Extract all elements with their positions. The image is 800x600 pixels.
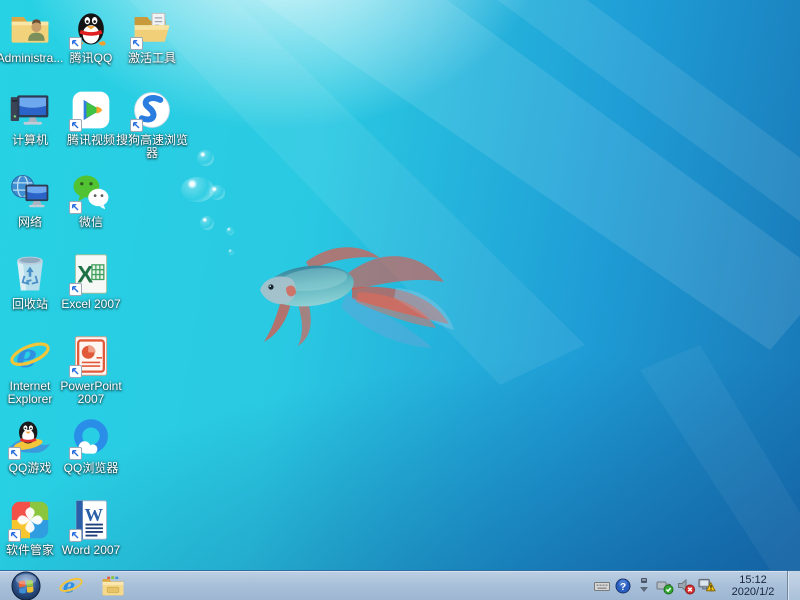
taskbar: e bbox=[0, 570, 800, 600]
word-icon: W bbox=[68, 497, 114, 543]
bubble bbox=[226, 227, 234, 235]
icon-label: 激活工具 bbox=[114, 52, 190, 65]
desktop-icon-qq-games[interactable]: QQ游戏 bbox=[0, 415, 60, 497]
desktop-icon-software-manager[interactable]: 软件管家 bbox=[0, 497, 60, 579]
shortcut-arrow-icon bbox=[69, 447, 82, 460]
shortcut-arrow-icon bbox=[69, 201, 82, 214]
desktop-icon-activation-tool[interactable]: 激活工具 bbox=[122, 5, 182, 87]
shortcut-arrow-icon bbox=[69, 529, 82, 542]
show-hidden-icons-button[interactable] bbox=[635, 575, 653, 597]
bubble bbox=[209, 185, 225, 200]
icon-label: QQ浏览器 bbox=[53, 462, 129, 475]
desktop: Administra... 计算机 bbox=[0, 0, 800, 600]
excel-icon: X bbox=[68, 251, 114, 297]
network-warning-icon[interactable] bbox=[698, 575, 716, 597]
shortcut-arrow-icon bbox=[8, 447, 21, 460]
shortcut-arrow-icon bbox=[69, 365, 82, 378]
icon-column-3: 激活工具 搜狗高速浏览器 bbox=[122, 5, 182, 169]
internet-explorer-icon: e bbox=[7, 333, 53, 379]
bubble bbox=[200, 216, 214, 230]
wechat-icon bbox=[68, 169, 114, 215]
shortcut-arrow-icon bbox=[8, 529, 21, 542]
icon-label: Word 2007 bbox=[53, 544, 129, 557]
shortcut-arrow-icon bbox=[130, 119, 143, 132]
shortcut-arrow-icon bbox=[69, 119, 82, 132]
desktop-icon-qq-browser[interactable]: QQ浏览器 bbox=[61, 415, 121, 497]
desktop-icon-wechat[interactable]: 微信 bbox=[61, 169, 121, 251]
desktop-icon-network[interactable]: 网络 bbox=[0, 169, 60, 251]
shortcut-arrow-icon bbox=[69, 37, 82, 50]
clock-date: 2020/1/2 bbox=[724, 586, 782, 598]
shortcut-arrow-icon bbox=[69, 283, 82, 296]
desktop-icon-sogou-browser[interactable]: 搜狗高速浏览器 bbox=[122, 87, 182, 169]
qq-browser-icon bbox=[68, 415, 114, 461]
desktop-icon-qq[interactable]: 腾讯QQ bbox=[61, 5, 121, 87]
powerpoint-icon bbox=[68, 333, 114, 379]
icon-label: 微信 bbox=[53, 216, 129, 229]
windows-start-orb-icon bbox=[10, 571, 42, 600]
bubble bbox=[228, 249, 234, 255]
desktop-icon-administrator[interactable]: Administra... bbox=[0, 5, 60, 87]
shortcut-arrow-icon bbox=[130, 37, 143, 50]
windows-explorer-folder-icon bbox=[99, 573, 127, 599]
icon-label: 搜狗高速浏览器 bbox=[114, 134, 190, 160]
betta-fish bbox=[248, 228, 458, 356]
computer-icon bbox=[7, 87, 53, 133]
desktop-icon-computer[interactable]: 计算机 bbox=[0, 87, 60, 169]
desktop-icon-excel[interactable]: X Excel 2007 bbox=[61, 251, 121, 333]
desktop-icon-recycle-bin[interactable]: 回收站 bbox=[0, 251, 60, 333]
internet-explorer-icon: e bbox=[58, 573, 84, 599]
svg-text:e: e bbox=[63, 574, 75, 597]
svg-text:?: ? bbox=[620, 582, 626, 593]
recycle-bin-icon bbox=[7, 251, 53, 297]
software-manager-icon bbox=[7, 497, 53, 543]
desktop-icon-powerpoint[interactable]: PowerPoint 2007 bbox=[61, 333, 121, 415]
desktop-icon-internet-explorer[interactable]: e Internet Explorer bbox=[0, 333, 60, 415]
qq-icon bbox=[68, 5, 114, 51]
sogou-browser-icon bbox=[129, 87, 175, 133]
system-tray: ? bbox=[593, 575, 716, 597]
clock-time: 15:12 bbox=[724, 574, 782, 586]
icon-column-1: Administra... 计算机 bbox=[0, 5, 60, 579]
icon-column-2: 腾讯QQ 腾讯视频 bbox=[61, 5, 121, 579]
start-button[interactable] bbox=[2, 571, 50, 600]
keyboard-input-icon[interactable] bbox=[593, 575, 611, 597]
bubble bbox=[197, 150, 214, 166]
volume-muted-icon[interactable] bbox=[677, 575, 695, 597]
network-icon bbox=[7, 169, 53, 215]
icon-label: PowerPoint 2007 bbox=[53, 380, 129, 406]
taskbar-explorer-button[interactable] bbox=[92, 571, 134, 600]
show-desktop-button[interactable] bbox=[787, 571, 800, 600]
qq-games-icon bbox=[7, 415, 53, 461]
tencent-video-icon bbox=[68, 87, 114, 133]
svg-text:W: W bbox=[85, 505, 104, 525]
user-folder-icon bbox=[7, 5, 53, 51]
svg-text:e: e bbox=[16, 336, 37, 375]
taskbar-clock[interactable]: 15:12 2020/1/2 bbox=[724, 574, 782, 598]
icon-label: Excel 2007 bbox=[53, 298, 129, 311]
desktop-icon-word[interactable]: W Word 2007 bbox=[61, 497, 121, 579]
taskbar-internet-explorer-button[interactable]: e bbox=[50, 571, 92, 600]
activation-tool-icon bbox=[129, 5, 175, 51]
desktop-icon-tencent-video[interactable]: 腾讯视频 bbox=[61, 87, 121, 169]
help-question-icon[interactable]: ? bbox=[614, 575, 632, 597]
usb-safely-remove-icon[interactable] bbox=[656, 575, 674, 597]
